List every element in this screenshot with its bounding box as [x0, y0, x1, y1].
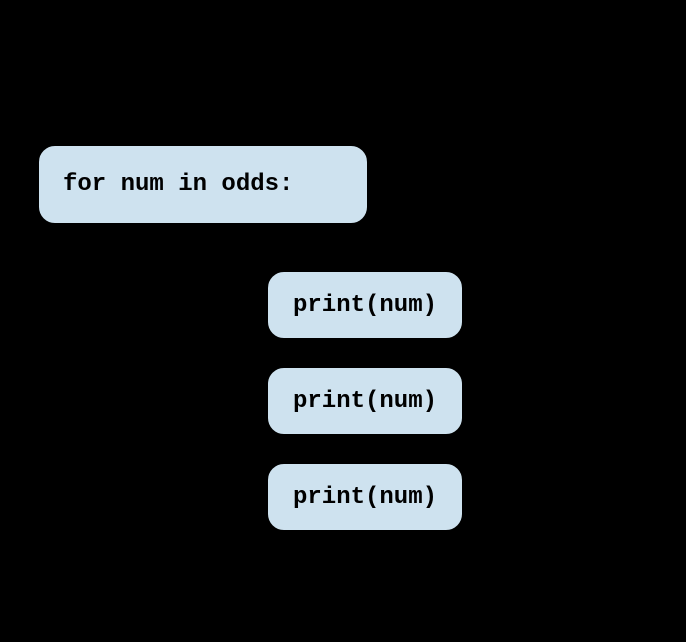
print-block-2: print(num): [264, 364, 466, 438]
print-block-3: print(num): [264, 460, 466, 534]
for-loop-block: for num in odds:: [35, 142, 371, 227]
print-block-1: print(num): [264, 268, 466, 342]
